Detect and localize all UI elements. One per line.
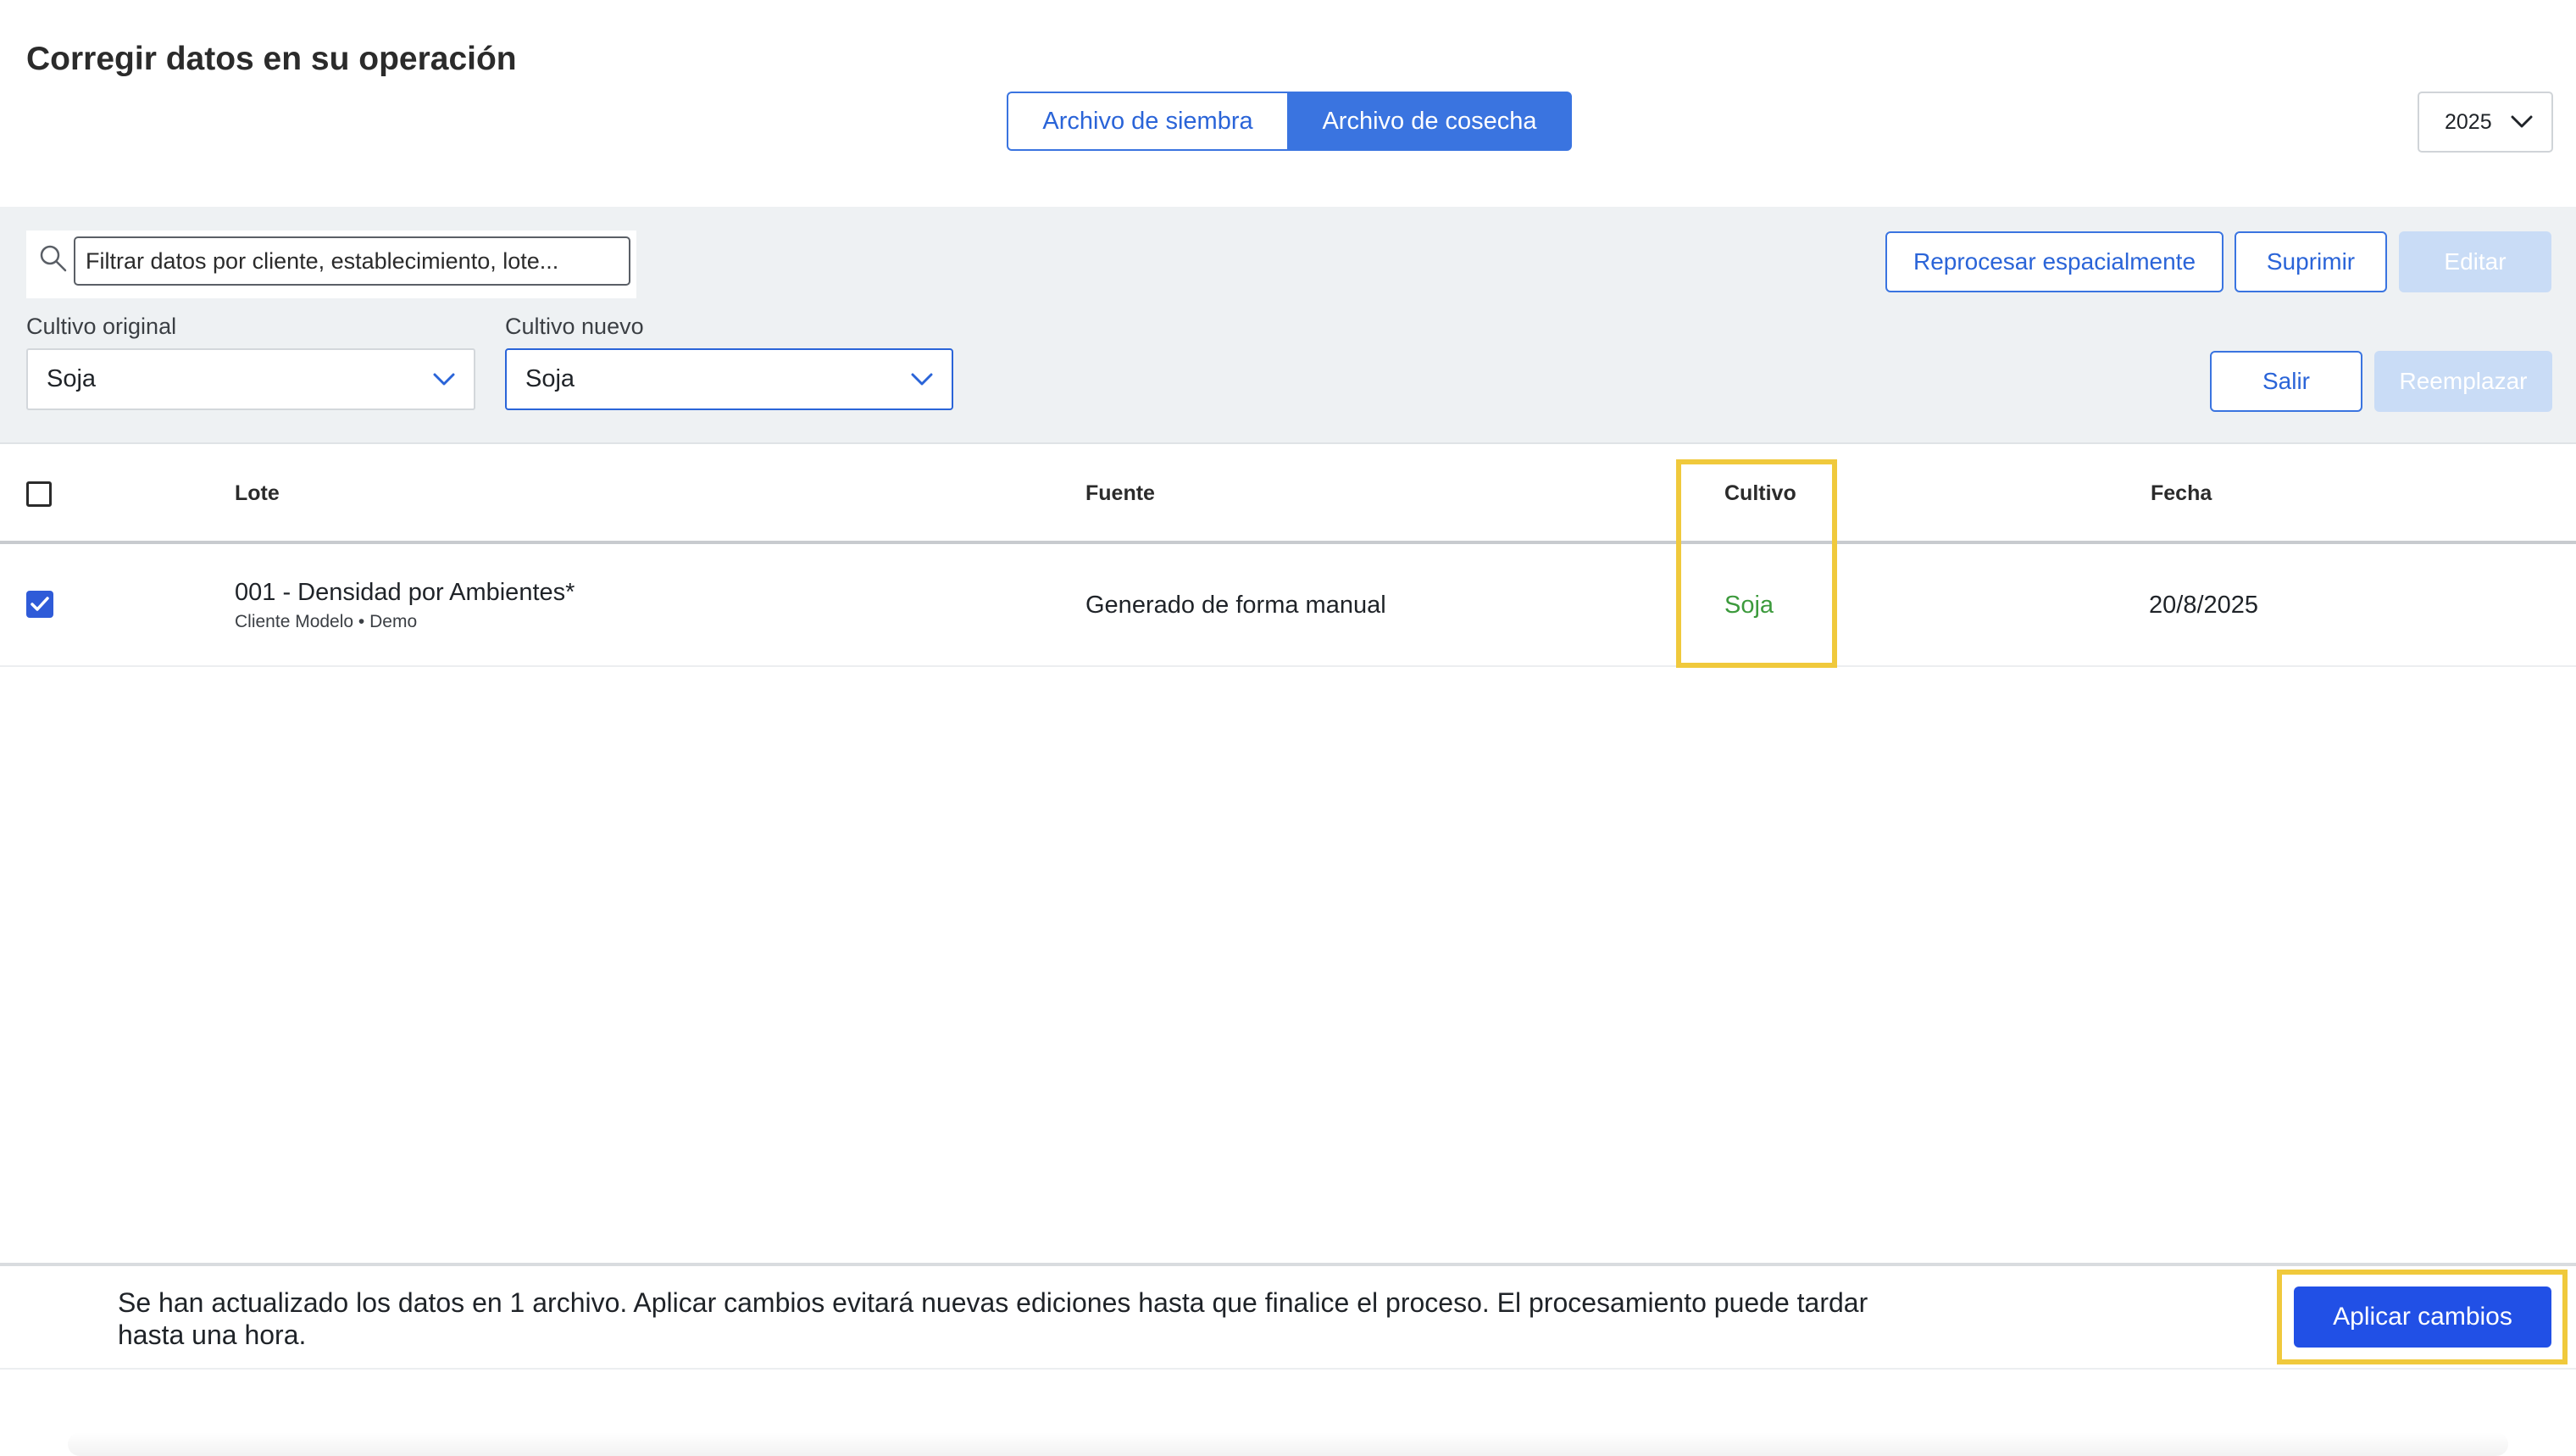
chevron-down-icon (911, 373, 933, 385)
footer-divider (0, 1263, 2576, 1266)
year-value: 2025 (2445, 109, 2492, 134)
footer-message: Se han actualizado los datos en 1 archiv… (118, 1287, 1868, 1350)
chevron-down-icon (433, 373, 455, 385)
cultivo-column-highlight (1676, 459, 1837, 668)
edit-button[interactable]: Editar (2399, 231, 2551, 292)
chevron-down-icon (2511, 115, 2533, 128)
reprocess-button[interactable]: Reprocesar espacialmente (1885, 231, 2223, 292)
page-title: Corregir datos en su operación (26, 41, 517, 77)
row-fecha: 20/8/2025 (2149, 592, 2259, 619)
delete-button[interactable]: Suprimir (2235, 231, 2387, 292)
tab-harvest-file[interactable]: Archivo de cosecha (1287, 92, 1572, 151)
new-crop-select[interactable]: Soja (505, 348, 953, 410)
row-divider (0, 665, 2576, 667)
column-header-fuente[interactable]: Fuente (1085, 481, 1155, 506)
original-crop-label: Cultivo original (26, 314, 177, 339)
original-crop-select[interactable]: Soja (26, 348, 475, 410)
column-header-fecha[interactable]: Fecha (2151, 481, 2212, 506)
footer-bottom-divider (0, 1368, 2576, 1370)
search-input[interactable] (74, 236, 630, 286)
tab-planting-file[interactable]: Archivo de siembra (1007, 92, 1287, 151)
row-checkbox[interactable] (26, 591, 53, 618)
exit-button[interactable]: Salir (2210, 351, 2362, 412)
file-type-toggle: Archivo de siembra Archivo de cosecha (1007, 92, 1572, 151)
new-crop-value: Soja (525, 365, 575, 392)
checkmark-icon (31, 597, 49, 611)
row-lote-subtitle: Cliente Modelo • Demo (235, 612, 418, 631)
select-all-checkbox[interactable] (26, 481, 52, 507)
year-select[interactable]: 2025 (2418, 92, 2553, 153)
bottom-shadow (68, 1432, 2508, 1456)
row-fuente: Generado de forma manual (1085, 592, 1386, 619)
new-crop-label: Cultivo nuevo (505, 314, 644, 339)
search-icon (40, 245, 67, 272)
row-lote-name: 001 - Densidad por Ambientes* (235, 579, 575, 606)
apply-changes-button[interactable]: Aplicar cambios (2294, 1287, 2551, 1348)
table-header-divider (0, 541, 2576, 544)
original-crop-value: Soja (47, 365, 97, 392)
column-header-lote[interactable]: Lote (235, 481, 280, 506)
replace-button[interactable]: Reemplazar (2374, 351, 2552, 412)
